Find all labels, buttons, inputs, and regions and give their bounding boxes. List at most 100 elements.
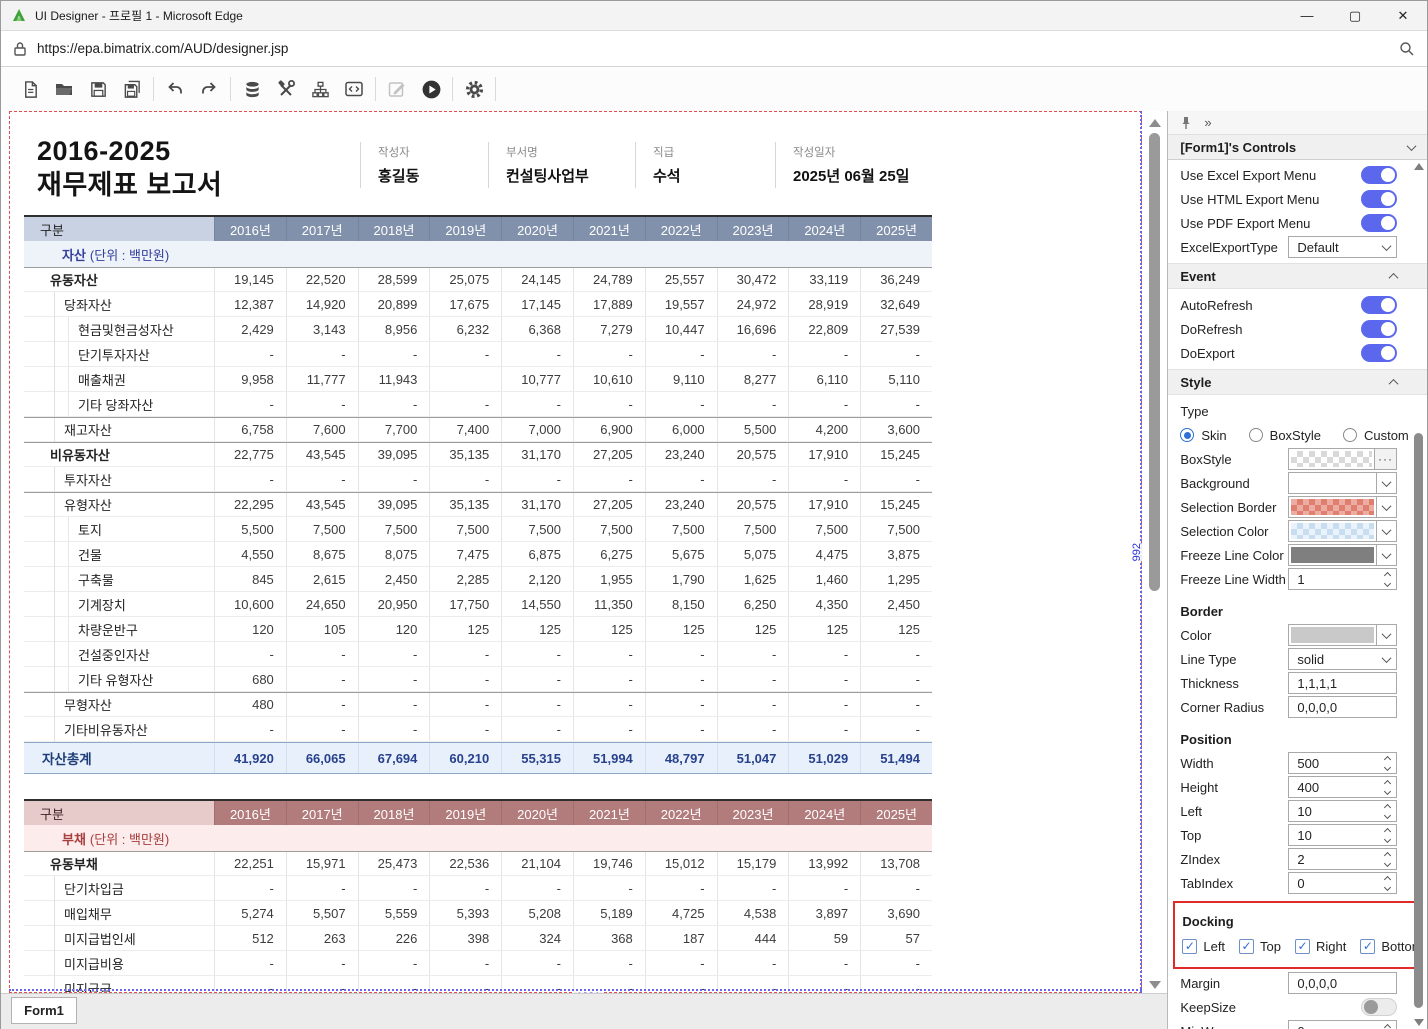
freeze-line-width-spinner[interactable]: 1 [1288,568,1397,590]
autorefresh-toggle[interactable] [1361,296,1397,314]
new-file-button[interactable] [13,72,47,106]
background-color-picker[interactable] [1288,472,1397,494]
spinner-buttons[interactable] [1378,801,1396,821]
radio-skin[interactable] [1180,428,1194,442]
spinner-down-icon[interactable] [1383,859,1390,866]
panel-scrollbar[interactable] [1413,163,1425,1026]
spinner-buttons[interactable] [1378,825,1396,845]
search-zoom-icon[interactable] [1399,41,1415,57]
spinner-up-icon[interactable] [1383,875,1390,882]
height-spinner[interactable]: 400 [1288,776,1397,798]
spinner-up-icon[interactable] [1383,827,1390,834]
checkbox-right[interactable]: ✓ [1295,939,1310,954]
spinner-buttons[interactable] [1378,569,1396,589]
excelexporttype-select[interactable]: Default [1288,236,1397,258]
address-bar[interactable]: https://epa.bimatrix.com/AUD/designer.js… [1,31,1427,67]
selection-border-color-picker[interactable] [1288,496,1397,518]
margin-input[interactable]: 0,0,0,0 [1288,972,1397,994]
panel-header[interactable]: [Form1]'s Controls [1168,135,1427,160]
spinner-up-icon[interactable] [1383,779,1390,786]
keepsize-toggle[interactable] [1361,998,1397,1016]
boxstyle-color-picker[interactable]: ··· [1288,448,1397,470]
liabilities-table[interactable]: 구분2016년2017년2018년2019년2020년2021년2022년202… [24,799,932,993]
line-type-select[interactable]: solid [1288,648,1397,670]
scroll-down-icon[interactable] [1149,981,1161,989]
tab-form1[interactable]: Form1 [11,997,77,1024]
minimize-button[interactable]: — [1283,1,1331,30]
assets-table[interactable]: 구분2016년2017년2018년2019년2020년2021년2022년202… [24,215,932,774]
run-button[interactable] [414,72,448,106]
radio-custom[interactable] [1343,428,1357,442]
use-pdf-export-menu-toggle[interactable] [1361,214,1397,232]
spinner-up-icon[interactable] [1383,803,1390,810]
doexport-toggle[interactable] [1361,344,1397,362]
sitemap-button[interactable] [303,72,337,106]
scrollbar-thumb[interactable] [1149,133,1160,591]
tools-button[interactable] [269,72,303,106]
use-html-export-menu-toggle[interactable] [1361,190,1397,208]
checkbox-left[interactable]: ✓ [1182,939,1197,954]
redo-button[interactable] [192,72,226,106]
spinner-buttons[interactable] [1378,873,1396,893]
minw-spinner[interactable]: 0 [1288,1020,1397,1029]
spinner-up-icon[interactable] [1383,1023,1390,1029]
maximize-button[interactable]: ▢ [1331,1,1379,30]
section-header-style[interactable]: Style [1168,369,1427,395]
scroll-down-icon[interactable] [1414,1019,1424,1026]
freeze-line-color-color-picker[interactable] [1288,544,1397,566]
thickness-input[interactable]: 1,1,1,1 [1288,672,1397,694]
top-spinner[interactable]: 10 [1288,824,1397,846]
datasource-button[interactable] [235,72,269,106]
design-canvas[interactable]: 2016-2025 재무제표 보고서 작성자 홍길동 부서명 컨설팅사업부 직급… [1,111,1167,1029]
canvas-scrollbar[interactable] [1147,113,1162,991]
checkbox-bottom[interactable]: ✓ [1360,939,1375,954]
chevron-down-icon[interactable] [1376,497,1396,517]
zindex-spinner[interactable]: 2 [1288,848,1397,870]
tabindex-spinner[interactable]: 0 [1288,872,1397,894]
pin-icon[interactable] [1180,116,1192,130]
spinner-down-icon[interactable] [1383,883,1390,890]
spinner-buttons[interactable] [1378,849,1396,869]
spinner-buttons[interactable] [1378,753,1396,773]
close-button[interactable]: ✕ [1379,1,1427,30]
checkbox-top[interactable]: ✓ [1239,939,1254,954]
width-spinner[interactable]: 500 [1288,752,1397,774]
spinner-down-icon[interactable] [1383,763,1390,770]
spinner-down-icon[interactable] [1383,579,1390,586]
color-color-picker[interactable] [1288,624,1397,646]
selection-color-color-picker[interactable] [1288,520,1397,542]
spinner-down-icon[interactable] [1383,787,1390,794]
spinner-down-icon[interactable] [1383,811,1390,818]
spinner-down-icon[interactable] [1383,835,1390,842]
scroll-up-icon[interactable] [1149,119,1161,127]
row-label: 매입채무 [24,901,214,925]
chevron-down-icon[interactable] [1376,521,1396,541]
open-file-button[interactable] [47,72,81,106]
collapse-panel-icon[interactable]: » [1204,115,1211,130]
chevron-down-icon[interactable] [1376,625,1396,645]
scroll-up-icon[interactable] [1414,163,1424,170]
save-button[interactable] [81,72,115,106]
code-view-button[interactable] [337,72,371,106]
left-spinner[interactable]: 10 [1288,800,1397,822]
chevron-down-icon[interactable] [1376,545,1396,565]
radio-boxstyle[interactable] [1249,428,1263,442]
corner-radius-input[interactable]: 0,0,0,0 [1288,696,1397,718]
more-options-button[interactable]: ··· [1374,449,1396,469]
scrollbar-thumb[interactable] [1414,433,1423,1008]
edit-button[interactable] [380,72,414,106]
settings-button[interactable] [457,72,491,106]
spinner-buttons[interactable] [1378,1021,1396,1029]
use-excel-export-menu-toggle[interactable] [1361,166,1397,184]
url-text[interactable]: https://epa.bimatrix.com/AUD/designer.js… [37,41,288,56]
section-header-event[interactable]: Event [1168,263,1427,289]
design-area[interactable]: 2016-2025 재무제표 보고서 작성자 홍길동 부서명 컨설팅사업부 직급… [9,111,1142,993]
spinner-up-icon[interactable] [1383,755,1390,762]
undo-button[interactable] [158,72,192,106]
spinner-up-icon[interactable] [1383,851,1390,858]
spinner-buttons[interactable] [1378,777,1396,797]
spinner-up-icon[interactable] [1383,571,1390,578]
chevron-down-icon[interactable] [1376,473,1396,493]
save-as-button[interactable] [115,72,149,106]
dorefresh-toggle[interactable] [1361,320,1397,338]
